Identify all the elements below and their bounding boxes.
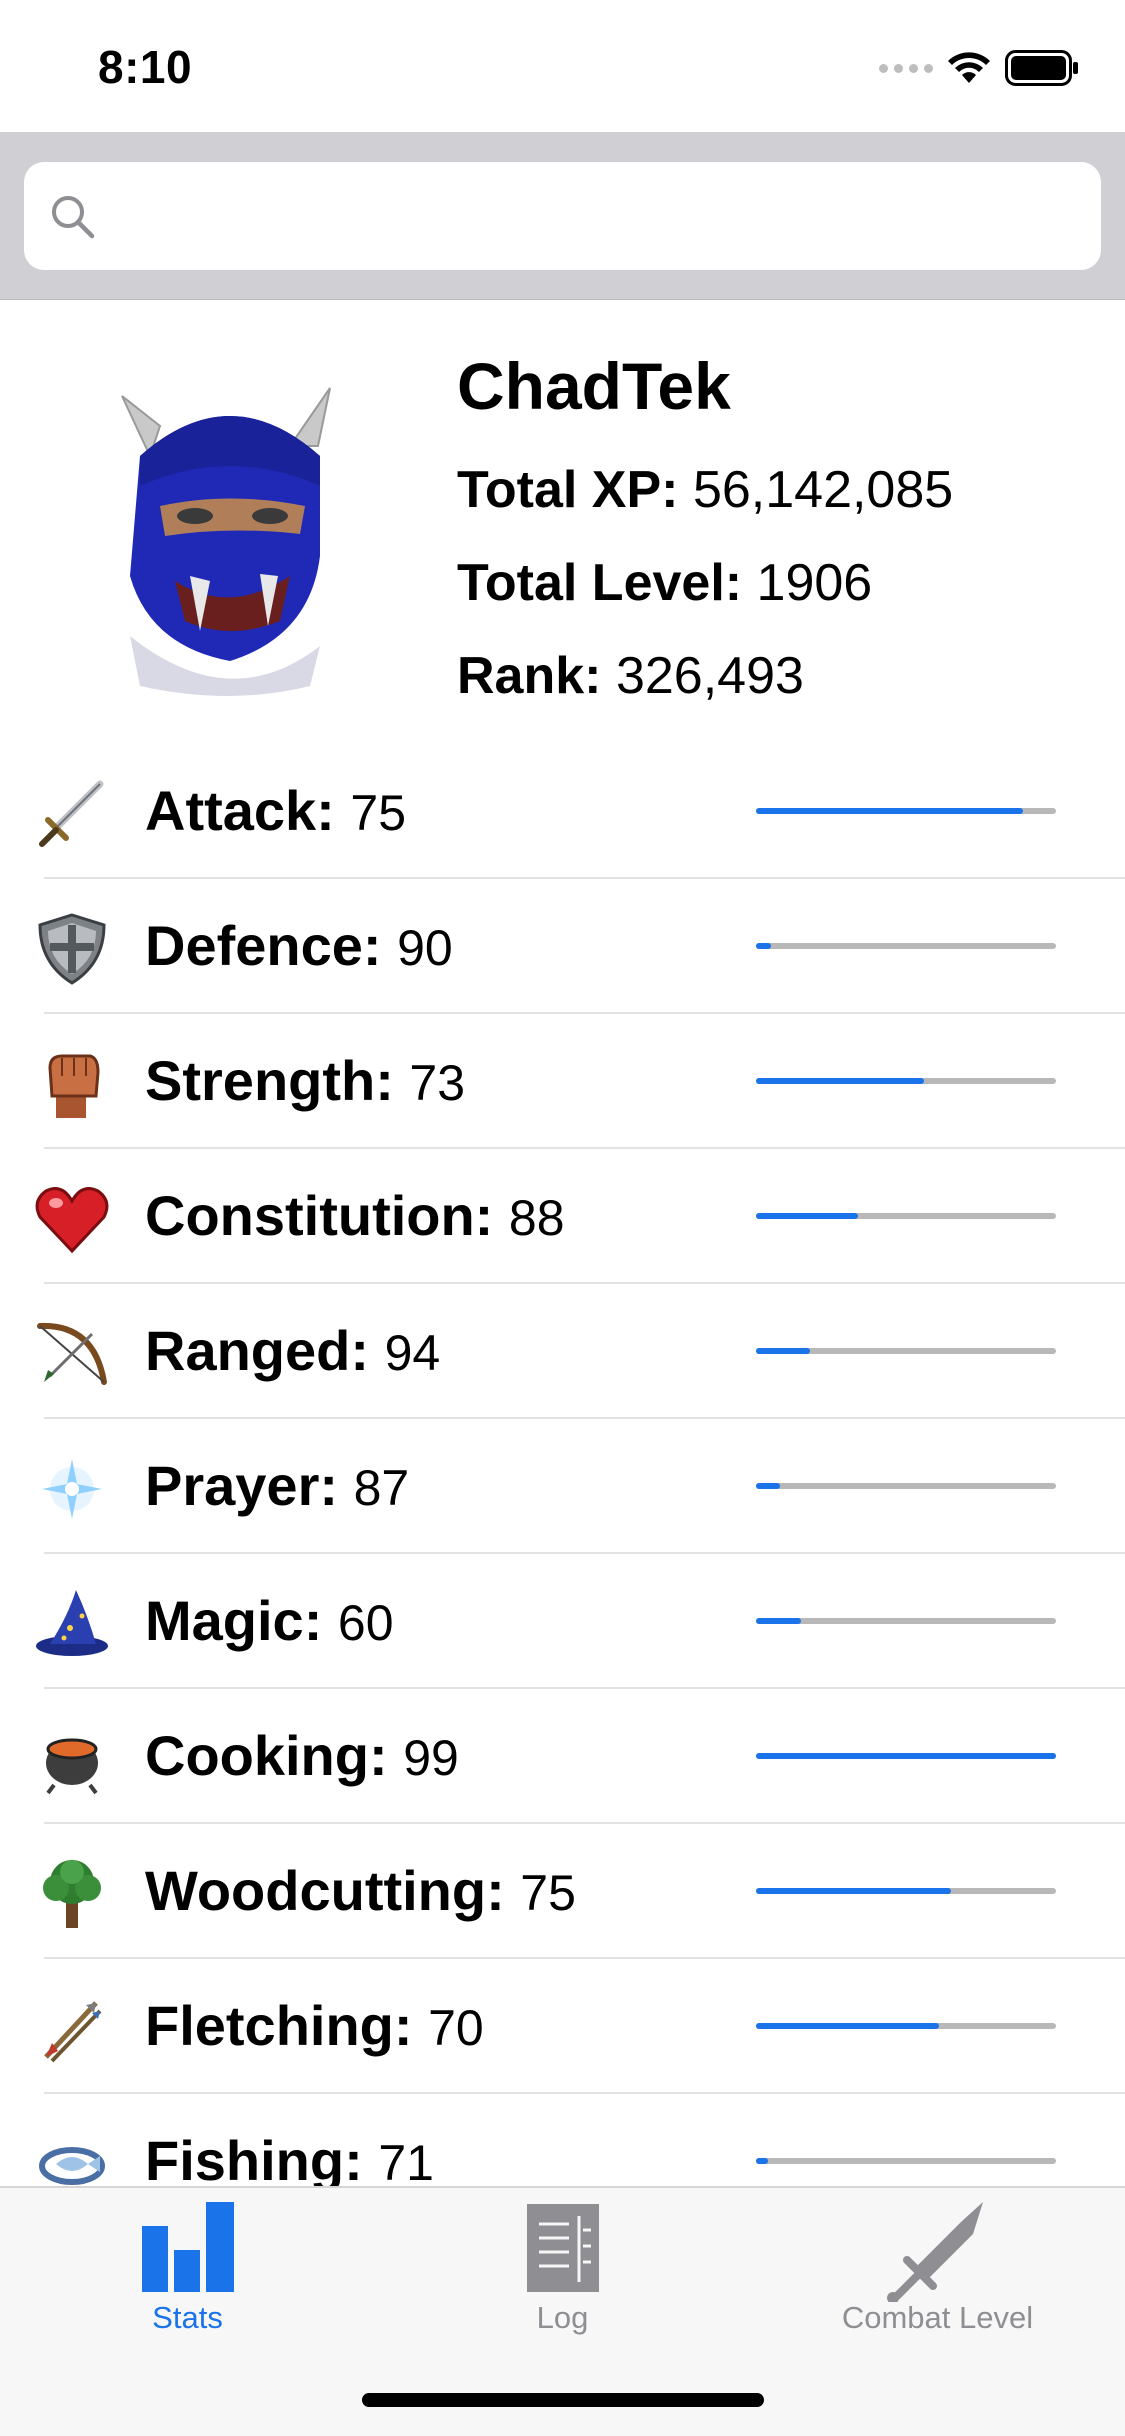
shield-icon [38, 913, 106, 985]
cooking-pot-icon [46, 1738, 98, 1795]
skill-name: Fishing: [145, 2129, 363, 2186]
skill-level: 87 [353, 1460, 410, 1516]
skill-level: 75 [520, 1865, 576, 1921]
log-document-icon [526, 2204, 599, 2292]
list-item[interactable]: Fishing: 71 [0, 2094, 1125, 2186]
sword-icon [886, 2202, 983, 2302]
heart-icon [35, 1187, 109, 1254]
rank-value: 326,493 [615, 647, 804, 705]
cellular-signal-icon [879, 63, 933, 73]
total-level-value: 1906 [756, 554, 873, 612]
total-level-label: Total Level: [457, 554, 743, 612]
status-bar: 8:10 [0, 0, 1125, 132]
status-indicators [879, 50, 1079, 86]
list-item[interactable]: Magic: 60 [0, 1554, 1125, 1689]
sword-icon [39, 780, 104, 847]
tree-icon [43, 1860, 101, 1928]
list-item[interactable]: Cooking: 99 [0, 1689, 1125, 1824]
bow-icon [37, 1322, 107, 1385]
battery-icon [1005, 50, 1078, 86]
tab-log[interactable]: Log [375, 2188, 750, 2348]
skill-level: 73 [409, 1055, 466, 1111]
rank-label: Rank: [457, 647, 602, 705]
list-item[interactable]: Prayer: 87 [0, 1419, 1125, 1554]
skill-level: 71 [378, 2135, 434, 2186]
bar-chart-icon [141, 2202, 234, 2292]
list-item[interactable]: Strength: 73 [0, 1014, 1125, 1149]
skill-name: Cooking: [145, 1724, 388, 1787]
xp-progress-bar [756, 1888, 1056, 1894]
fist-icon [48, 1054, 100, 1118]
list-item[interactable]: Defence: 90 [0, 879, 1125, 1014]
skills-list[interactable]: Attack: 75 Defence: 90 Strength: 73 Cons… [0, 744, 1125, 2186]
arrows-icon [44, 2001, 102, 2063]
skill-name: Attack: [145, 779, 335, 842]
skill-level: 94 [384, 1325, 441, 1381]
list-item[interactable]: Woodcutting: 75 [0, 1824, 1125, 1959]
tab-combat-level[interactable]: Combat Level [750, 2188, 1125, 2348]
search-field[interactable] [24, 162, 1101, 270]
total-xp-label: Total XP: [457, 461, 679, 519]
xp-progress-bar [756, 943, 1056, 949]
wifi-icon [948, 52, 990, 83]
list-item[interactable]: Ranged: 94 [0, 1284, 1125, 1419]
star-glow-icon [42, 1459, 102, 1519]
search-icon [52, 196, 95, 239]
fishing-icon [39, 2147, 105, 2185]
xp-progress-bar [756, 808, 1056, 814]
player-name: ChadTek [457, 349, 731, 423]
list-item[interactable]: Constitution: 88 [0, 1149, 1125, 1284]
home-indicator[interactable] [362, 2393, 764, 2407]
skill-name: Ranged: [145, 1319, 369, 1382]
xp-progress-bar [756, 1078, 1056, 1084]
xp-progress-bar [756, 2158, 1056, 2164]
skill-level: 88 [508, 1190, 565, 1246]
skill-level: 60 [337, 1595, 394, 1651]
tab-label: Stats [152, 2300, 223, 2335]
tab-stats[interactable]: Stats [0, 2188, 375, 2348]
xp-progress-bar [756, 1618, 1056, 1624]
skill-level: 70 [428, 2000, 484, 2056]
wizard-hat-icon [36, 1590, 108, 1656]
skill-level: 75 [350, 785, 407, 841]
tab-label: Log [536, 2300, 589, 2335]
xp-progress-bar [756, 1213, 1056, 1219]
skill-name: Defence: [145, 914, 382, 977]
xp-progress-bar [756, 1483, 1056, 1489]
skill-name: Prayer: [145, 1454, 339, 1517]
skill-name: Fletching: [145, 1994, 413, 2057]
avatar [121, 387, 331, 696]
xp-progress-bar [756, 1348, 1056, 1354]
total-xp-value: 56,142,085 [692, 461, 954, 519]
total-level: Total Level: 1906 [457, 553, 872, 613]
skill-name: Woodcutting: [145, 1859, 505, 1922]
list-item[interactable]: Fletching: 70 [0, 1959, 1125, 2094]
tab-label: Combat Level [841, 2300, 1034, 2335]
skill-name: Constitution: [145, 1184, 494, 1247]
xp-progress-bar [756, 2023, 1056, 2029]
skill-name: Magic: [145, 1589, 323, 1652]
list-item[interactable]: Attack: 75 [0, 744, 1125, 879]
search-input[interactable] [114, 162, 1074, 270]
xp-progress-bar [756, 1753, 1056, 1759]
player-profile: ChadTek Total XP: 56,142,085 Total Level… [0, 300, 1125, 720]
skill-level: 90 [397, 920, 453, 976]
total-xp: Total XP: 56,142,085 [457, 460, 953, 520]
skill-name: Strength: [145, 1049, 394, 1112]
skill-level: 99 [403, 1730, 459, 1786]
search-bar-container [0, 132, 1125, 300]
rank: Rank: 326,493 [457, 646, 804, 706]
status-time: 8:10 [98, 41, 193, 93]
